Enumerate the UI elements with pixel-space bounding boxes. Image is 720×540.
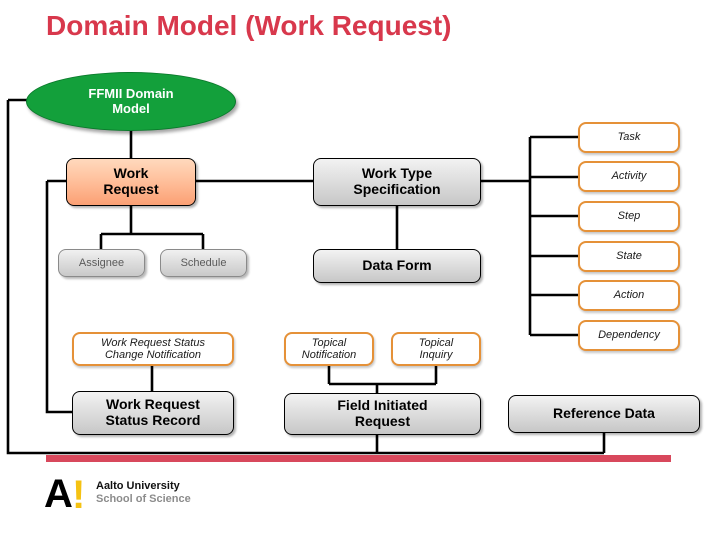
node-schedule[interactable]: Schedule bbox=[160, 249, 247, 277]
node-label-line2: Model bbox=[112, 100, 150, 116]
node-label: Data Form bbox=[362, 257, 432, 274]
node-label-line2: Request bbox=[354, 413, 411, 429]
node-label: Schedule bbox=[180, 256, 227, 269]
organization-unit: School of Science bbox=[96, 493, 191, 505]
node-task[interactable]: Task bbox=[578, 122, 680, 153]
node-action[interactable]: Action bbox=[578, 280, 680, 311]
aalto-exclamation-icon: ! bbox=[72, 473, 86, 517]
node-label-line1: Work bbox=[113, 165, 149, 182]
node-label-line1: Work Request Status bbox=[101, 336, 205, 349]
node-label-line2: Request bbox=[103, 181, 159, 197]
slide-canvas: Domain Model (Work Request) FFMII Domain… bbox=[0, 0, 720, 540]
node-label: Reference Data bbox=[553, 405, 655, 422]
node-label: Step bbox=[617, 210, 641, 223]
node-label-line1: Field Initiated bbox=[337, 397, 428, 414]
node-label: Action bbox=[613, 289, 645, 302]
node-label-line1: Work Type bbox=[361, 165, 433, 182]
node-label-line1: Topical bbox=[311, 336, 347, 349]
node-label-line1: FFMII Domain bbox=[88, 85, 174, 101]
node-label-line2: Notification bbox=[301, 349, 357, 361]
aalto-a-icon: A bbox=[44, 472, 73, 516]
node-assignee[interactable]: Assignee bbox=[58, 249, 145, 277]
node-label: Task bbox=[617, 131, 641, 144]
node-topical-notification[interactable]: Topical Notification bbox=[284, 332, 374, 366]
node-reference-data[interactable]: Reference Data bbox=[508, 395, 700, 433]
node-label: Assignee bbox=[78, 256, 125, 269]
node-data-form[interactable]: Data Form bbox=[313, 249, 481, 283]
node-step[interactable]: Step bbox=[578, 201, 680, 232]
node-dependency[interactable]: Dependency bbox=[578, 320, 680, 351]
node-work-type-specification[interactable]: Work Type Specification bbox=[313, 158, 481, 206]
node-state[interactable]: State bbox=[578, 241, 680, 272]
node-work-request[interactable]: Work Request bbox=[66, 158, 196, 206]
node-work-request-status-record[interactable]: Work Request Status Record bbox=[72, 391, 234, 435]
node-activity[interactable]: Activity bbox=[578, 161, 680, 192]
node-label-line2: Status Record bbox=[105, 412, 201, 428]
node-label-line2: Specification bbox=[353, 181, 441, 197]
node-label-line2: Change Notification bbox=[104, 349, 201, 361]
node-label-line1: Topical bbox=[418, 336, 454, 349]
aalto-university-logo: A ! Aalto University School of Science bbox=[44, 474, 304, 516]
footer-divider-bar bbox=[46, 455, 671, 462]
node-topical-inquiry[interactable]: Topical Inquiry bbox=[391, 332, 481, 366]
node-label-line1: Work Request bbox=[106, 396, 200, 413]
node-label: Dependency bbox=[598, 329, 660, 342]
node-ffmii-domain-model[interactable]: FFMII Domain Model bbox=[26, 72, 236, 131]
organization-name: Aalto University bbox=[96, 480, 180, 492]
node-field-initiated-request[interactable]: Field Initiated Request bbox=[284, 393, 481, 435]
node-work-request-status-change-notification[interactable]: Work Request Status Change Notification bbox=[72, 332, 234, 366]
node-label: Activity bbox=[611, 170, 647, 183]
node-label: State bbox=[616, 250, 642, 263]
node-label-line2: Inquiry bbox=[419, 349, 453, 361]
